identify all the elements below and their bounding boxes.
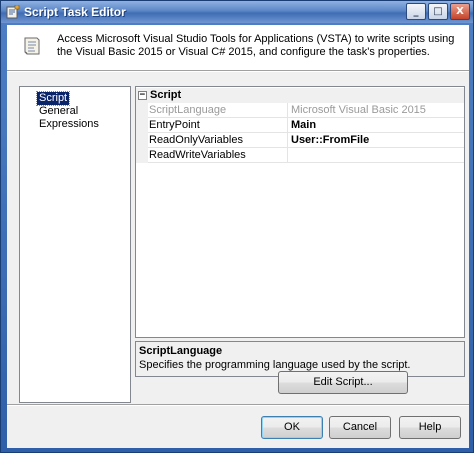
property-name: ReadOnlyVariables xyxy=(148,133,288,148)
property-grid: − Script ScriptLanguage Microsoft Visual… xyxy=(135,86,465,338)
property-name: EntryPoint xyxy=(148,118,288,133)
title-bar[interactable]: Script Task Editor _ □ X xyxy=(1,1,473,23)
nav-item-general[interactable]: General xyxy=(37,105,80,118)
page-nav-list[interactable]: Script General Expressions xyxy=(19,86,131,403)
window-title: Script Task Editor xyxy=(24,5,126,19)
property-value: Microsoft Visual Basic 2015 xyxy=(288,103,464,118)
description-text: Specifies the programming language used … xyxy=(139,359,411,371)
help-button[interactable]: Help xyxy=(399,416,461,439)
property-category-script[interactable]: − Script xyxy=(136,88,464,103)
property-value[interactable]: User::FromFile xyxy=(288,133,464,148)
category-label: Script xyxy=(150,89,182,101)
minimize-button[interactable]: _ xyxy=(406,3,426,20)
property-name: ReadWriteVariables xyxy=(148,148,288,163)
property-row-scriptlanguage[interactable]: ScriptLanguage Microsoft Visual Basic 20… xyxy=(136,103,464,118)
property-value[interactable]: Main xyxy=(288,118,464,133)
row-gutter xyxy=(136,103,148,118)
cancel-button[interactable]: Cancel xyxy=(329,416,391,439)
description-title: ScriptLanguage xyxy=(139,345,223,357)
property-name: ScriptLanguage xyxy=(148,103,288,118)
dialog-client-area: Access Microsoft Visual Studio Tools for… xyxy=(7,25,469,448)
script-task-icon xyxy=(6,5,20,19)
header-divider xyxy=(7,71,469,72)
row-gutter xyxy=(136,133,148,148)
collapse-toggle-icon[interactable]: − xyxy=(138,91,147,100)
script-scroll-icon xyxy=(24,37,40,55)
ok-button[interactable]: OK xyxy=(261,416,323,439)
row-gutter xyxy=(136,148,148,163)
property-row-readonlyvariables[interactable]: ReadOnlyVariables User::FromFile xyxy=(136,133,464,148)
property-value[interactable] xyxy=(288,148,464,163)
maximize-button[interactable]: □ xyxy=(428,3,448,20)
row-gutter xyxy=(136,118,148,133)
property-row-readwritevariables[interactable]: ReadWriteVariables xyxy=(136,148,464,163)
header-description: Access Microsoft Visual Studio Tools for… xyxy=(57,33,455,58)
nav-item-script[interactable]: Script xyxy=(35,91,71,106)
property-row-entrypoint[interactable]: EntryPoint Main xyxy=(136,118,464,133)
close-button[interactable]: X xyxy=(450,3,470,20)
footer-divider xyxy=(7,404,469,406)
nav-item-expressions[interactable]: Expressions xyxy=(37,118,101,131)
edit-script-button[interactable]: Edit Script... xyxy=(278,371,408,394)
header-banner: Access Microsoft Visual Studio Tools for… xyxy=(7,25,469,71)
dialog-window: Script Task Editor _ □ X Access Microsof… xyxy=(0,0,474,453)
